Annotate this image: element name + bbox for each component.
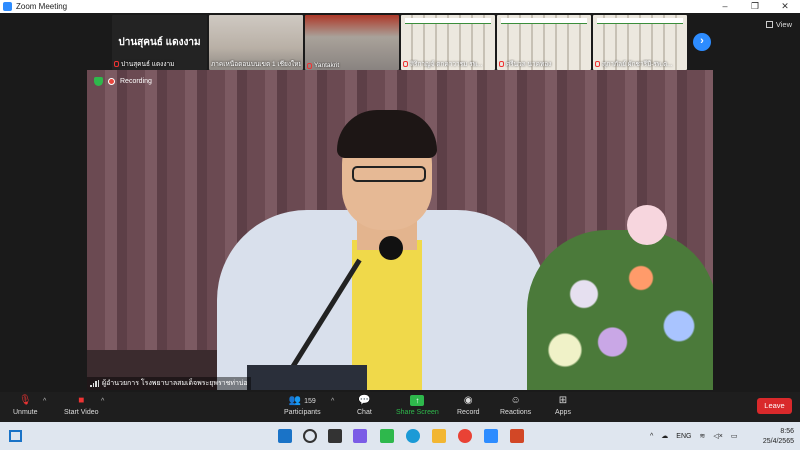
window-titlebar: Zoom Meeting – ❐ ✕ [0, 0, 800, 13]
speaker-glasses [352, 166, 426, 182]
signal-bars-icon [90, 380, 99, 387]
speaker-name: ผู้อำนวยการ โรงพยาบาลสมเด็จพระยุพราชท่าบ… [102, 380, 248, 387]
widgets-icon[interactable] [9, 430, 22, 442]
muted-mic-icon [307, 62, 312, 69]
chat-icon: 💬 [358, 395, 371, 406]
participant-name: Yantakrit [314, 62, 340, 69]
chrome-icon[interactable] [458, 429, 472, 443]
video-options-caret-icon[interactable]: ^ [101, 398, 104, 405]
chat-icon[interactable] [353, 429, 367, 443]
banner-graphic [597, 18, 683, 24]
microphone-head [379, 236, 403, 260]
participant-thumbnail[interactable]: ภาคเหนือตอนบนเขต 1 เชียงใหม่ [209, 15, 303, 70]
view-button[interactable]: View [765, 20, 792, 29]
clock-time: 8:56 [780, 428, 794, 435]
start-video-button[interactable]: ■ Start Video [64, 395, 99, 416]
participant-name: สุภาภัลย์ ผักชารีปี-รพ.ต... [602, 61, 673, 68]
muted-mic-icon [114, 61, 119, 67]
view-label: View [775, 20, 792, 29]
participant-thumbnail[interactable]: สุภาภัลย์ ผักชารีปี-รพ.ต... [593, 15, 687, 70]
clock-date: 25/4/2565 [762, 438, 794, 445]
muted-mic-icon [403, 61, 408, 67]
muted-mic-icon [595, 61, 600, 67]
participant-thumbnail[interactable]: ปานสุคนธ์ แดงงาม ปานสุคนธ์ แดงงาม [112, 15, 207, 70]
unmute-label: Unmute [13, 409, 38, 416]
leave-button[interactable]: Leave [757, 398, 792, 414]
share-screen-button[interactable]: ↑ Share Screen [396, 395, 439, 416]
participants-label: Participants [284, 409, 321, 416]
participants-count: 159 [304, 398, 316, 405]
unmute-button[interactable]: 🎙 Unmute [13, 395, 38, 416]
gallery-strip: ปานสุคนธ์ แดงงาม ปานสุคนธ์ แดงงาม ภาคเหน… [112, 15, 687, 70]
meeting-status: Recording [94, 77, 152, 86]
audio-options-caret-icon[interactable]: ^ [43, 398, 46, 405]
start-video-label: Start Video [64, 409, 99, 416]
window-title: Zoom Meeting [16, 2, 68, 11]
meeting-toolbar: 🎙 Unmute ^ ■ Start Video ^ 👥 159 Partici… [0, 392, 800, 422]
reactions-label: Reactions [500, 409, 532, 416]
banner-graphic [501, 18, 587, 24]
participants-button[interactable]: 👥 159 Participants [284, 395, 321, 416]
flower-arrangement [527, 230, 713, 390]
record-button[interactable]: ◉ Record [457, 395, 480, 416]
participant-thumbnail[interactable]: Yantakrit [305, 15, 399, 70]
chevron-up-icon[interactable]: ^ [650, 433, 653, 440]
task-view-icon[interactable] [328, 429, 342, 443]
video-off-icon: ■ [78, 395, 85, 406]
record-icon: ◉ [463, 395, 473, 406]
participant-thumbnail[interactable]: สิริกาญจ์ ตกคาวารม รพ... [401, 15, 495, 70]
apps-button[interactable]: ⊞ Apps [555, 395, 571, 416]
participants-caret-icon[interactable]: ^ [331, 398, 334, 405]
windows-start-icon[interactable] [278, 429, 292, 443]
lily-flower [627, 205, 667, 245]
onedrive-icon[interactable]: ☁ [661, 432, 668, 440]
wifi-icon[interactable]: ≋ [699, 432, 705, 440]
speaker-name-label: ผู้อำนวยการ โรงพยาบาลสมเด็จพระยุพราชท่าบ… [87, 377, 251, 390]
battery-icon[interactable]: ▭ [731, 432, 738, 440]
volume-icon[interactable]: ◁× [713, 432, 722, 440]
chat-button[interactable]: 💬 Chat [357, 395, 372, 416]
participant-thumbnail[interactable]: ศรีนวล นาคทอง [497, 15, 591, 70]
close-button[interactable]: ✕ [770, 1, 800, 12]
file-explorer-icon[interactable] [432, 429, 446, 443]
grid-view-icon [765, 21, 773, 28]
chat-label: Chat [357, 409, 372, 416]
minimize-button[interactable]: – [710, 1, 740, 12]
reactions-button[interactable]: ☺ Reactions [500, 395, 531, 416]
recording-dot-icon [108, 78, 115, 85]
participant-name: สิริกาญจ์ ตกคาวารม รพ... [410, 61, 483, 68]
zoom-icon[interactable] [484, 429, 498, 443]
powerpoint-icon[interactable] [510, 429, 524, 443]
chevron-right-icon[interactable]: › [693, 33, 711, 51]
meeting-area: ปานสุคนธ์ แดงงาม ปานสุคนธ์ แดงงาม ภาคเหน… [0, 13, 800, 392]
share-screen-icon: ↑ [410, 395, 425, 406]
apps-icon: ⊞ [558, 395, 568, 406]
podium [247, 365, 367, 390]
zoom-app-icon [3, 2, 12, 11]
line-icon[interactable] [380, 429, 394, 443]
muted-mic-icon [499, 61, 504, 67]
system-tray: ^ ☁ ENG ≋ ◁× ▭ [650, 422, 737, 450]
edge-icon[interactable] [406, 429, 420, 443]
participants-icon: 👥 159 [288, 395, 316, 406]
participant-name: ปานสุคนธ์ แดงงาม [121, 61, 175, 68]
search-icon[interactable] [303, 429, 317, 443]
language-indicator[interactable]: ENG [676, 433, 691, 440]
recording-label: Recording [120, 78, 152, 85]
participant-name: ภาคเหนือตอนบนเขต 1 เชียงใหม่ [211, 61, 301, 68]
participant-name: ศรีนวล นาคทอง [506, 61, 552, 68]
share-screen-label: Share Screen [396, 409, 439, 416]
participant-big-name: ปานสุคนธ์ แดงงาม [118, 37, 201, 48]
active-speaker-video [87, 70, 713, 390]
clock[interactable]: 8:56 25/4/2565 [763, 427, 794, 447]
windows-taskbar: ^ ☁ ENG ≋ ◁× ▭ 8:56 25/4/2565 [0, 422, 800, 450]
reactions-icon: ☺ [510, 395, 521, 406]
shield-check-icon[interactable] [94, 77, 103, 86]
muted-microphone-icon: 🎙 [18, 395, 32, 406]
record-label: Record [457, 409, 480, 416]
apps-label: Apps [555, 409, 571, 416]
window-controls: – ❐ ✕ [710, 1, 800, 12]
restore-button[interactable]: ❐ [740, 1, 770, 12]
banner-graphic [405, 18, 491, 24]
